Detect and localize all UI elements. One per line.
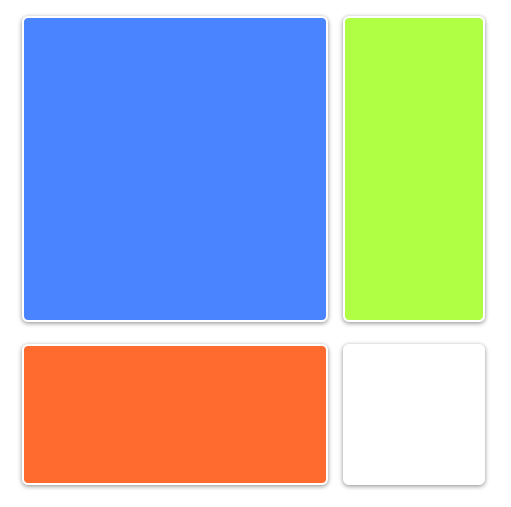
- orange-tile[interactable]: [22, 344, 328, 485]
- tile-canvas: { "tiles": [ { "id": "tile-blue", "color…: [0, 0, 511, 507]
- blue-tile[interactable]: [22, 16, 328, 322]
- green-tile[interactable]: [343, 16, 485, 322]
- white-tile[interactable]: [343, 344, 485, 485]
